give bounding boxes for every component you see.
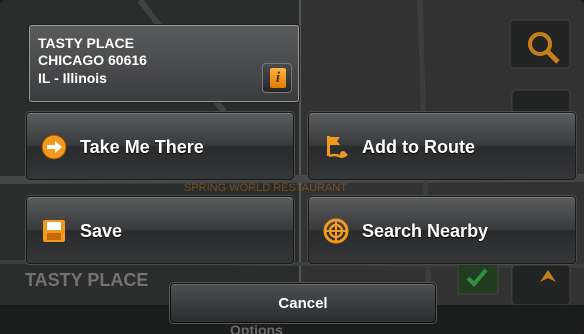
add-to-route-button[interactable]: Add to Route bbox=[308, 112, 576, 180]
search-nearby-button[interactable]: Search Nearby bbox=[308, 196, 576, 264]
place-state: IL - Illinois bbox=[38, 70, 107, 86]
info-icon: i bbox=[270, 68, 286, 88]
place-info-card: TASTY PLACE CHICAGO 60616 IL - Illinois … bbox=[29, 25, 299, 102]
save-label: Save bbox=[80, 221, 123, 241]
target-icon bbox=[323, 218, 349, 244]
floppy-disk-icon bbox=[43, 220, 65, 242]
place-name: TASTY PLACE bbox=[38, 35, 134, 51]
take-me-there-button[interactable]: Take Me There bbox=[26, 112, 294, 180]
cancel-button[interactable]: Cancel bbox=[170, 283, 436, 323]
info-button[interactable]: i bbox=[262, 63, 292, 93]
take-me-there-label: Take Me There bbox=[80, 137, 204, 157]
save-button[interactable]: Save bbox=[26, 196, 294, 264]
route-flag-icon bbox=[327, 136, 348, 158]
place-city: CHICAGO 60616 bbox=[38, 52, 147, 68]
add-to-route-label: Add to Route bbox=[362, 137, 475, 157]
search-nearby-label: Search Nearby bbox=[362, 221, 489, 241]
poi-details-screen: SPRING WORLD RESTAURANT TASTY PLACE Opti… bbox=[0, 0, 584, 334]
arrow-right-icon bbox=[41, 134, 67, 160]
cancel-label: Cancel bbox=[278, 295, 328, 312]
